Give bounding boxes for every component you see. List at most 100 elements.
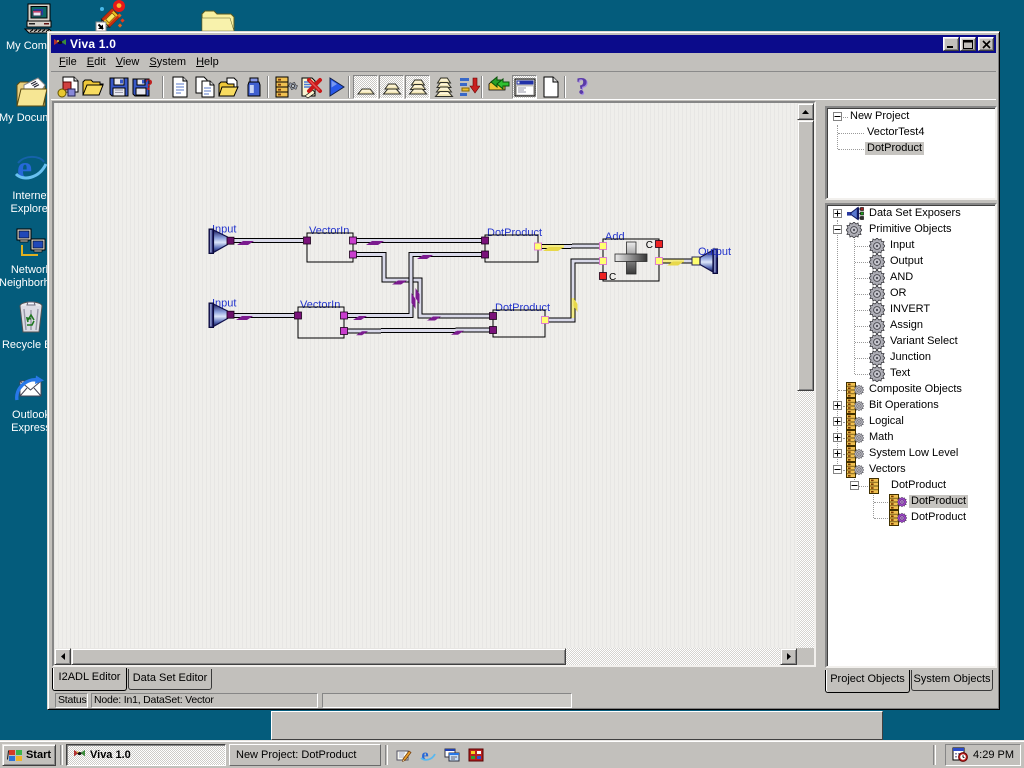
tree-item-input[interactable]: Input xyxy=(888,239,916,252)
port xyxy=(600,243,607,250)
svg-text:?: ? xyxy=(145,77,153,94)
tree-expand-plus[interactable] xyxy=(833,209,842,218)
tree-expand-plus[interactable] xyxy=(833,433,842,442)
taskbar-task-viva-1-0[interactable]: Viva 1.0 xyxy=(66,744,226,766)
project-tree[interactable]: New Project VectorTest4 DotProduct xyxy=(825,106,997,200)
tree-item-junction[interactable]: Junction xyxy=(888,351,933,364)
node-box-dotproduct[interactable] xyxy=(493,310,545,337)
tree-item-dotproduct[interactable]: DotProduct xyxy=(909,495,968,508)
tree-item-output[interactable]: Output xyxy=(888,255,925,268)
background-window[interactable] xyxy=(271,711,883,740)
tree-expand-minus[interactable] xyxy=(833,112,842,121)
start-button[interactable]: Start xyxy=(2,744,56,766)
toolbar-blank-page-button[interactable] xyxy=(538,75,563,99)
minimize-button[interactable] xyxy=(943,37,959,51)
toolbar-open-folder-button[interactable] xyxy=(80,75,105,99)
toolbar-layer1-button[interactable] xyxy=(353,75,378,99)
toolbar-delete-sheet-button[interactable] xyxy=(298,75,323,99)
system-objects-tree[interactable]: Data Set Exposers Primitive Objects Input O… xyxy=(825,203,997,668)
toolbar-copy-doc-button[interactable] xyxy=(192,75,217,99)
tree-item-or[interactable]: OR xyxy=(888,287,909,300)
horizontal-scrollbar[interactable] xyxy=(54,648,797,665)
tree-expand-plus[interactable] xyxy=(833,449,842,458)
node-label: Add xyxy=(605,231,625,243)
menu-file[interactable]: File xyxy=(54,54,82,70)
tree-item-system-low-level[interactable]: System Low Level xyxy=(867,447,960,460)
toolbar-canister-button[interactable] xyxy=(241,75,266,99)
tree-item-assign[interactable]: Assign xyxy=(888,319,925,332)
vertical-scrollbar[interactable] xyxy=(797,103,814,665)
tree-item-data-set-exposers[interactable]: Data Set Exposers xyxy=(867,207,963,220)
toolbar-save-query-button[interactable]: ? xyxy=(131,75,156,99)
tree-item-and[interactable]: AND xyxy=(888,271,915,284)
tree-item-vectors[interactable]: Vectors xyxy=(867,463,908,476)
toolbar-new-doc-button[interactable] xyxy=(167,75,192,99)
port xyxy=(341,312,348,319)
quick-launch-desktop-pencil-icon[interactable] xyxy=(396,747,414,763)
tree-item-logical[interactable]: Logical xyxy=(867,415,906,428)
toolbar-separator xyxy=(162,76,164,98)
quick-launch-ie-e-icon[interactable]: e xyxy=(420,747,438,763)
tab-i2adl-editor[interactable]: I2ADL Editor xyxy=(52,668,127,691)
menu-system[interactable]: System xyxy=(144,54,191,70)
tree-item-dotproduct[interactable]: DotProduct xyxy=(909,511,968,524)
tree-item-invert[interactable]: INVERT xyxy=(888,303,932,316)
scroll-right-button[interactable] xyxy=(780,648,797,665)
taskbar-task-new-project-dotproduct[interactable]: New Project: DotProduct xyxy=(229,744,381,766)
vscroll-thumb[interactable] xyxy=(797,120,814,391)
wire[interactable] xyxy=(548,261,603,320)
close-button[interactable] xyxy=(978,37,994,51)
menu-help[interactable]: Help xyxy=(191,54,224,70)
tree-expand-minus[interactable] xyxy=(833,225,842,234)
i2adl-canvas[interactable]: InputInputVectorInVectorInDotProductDotP… xyxy=(54,103,797,648)
tab-data-set-editor[interactable]: Data Set Editor xyxy=(128,669,212,690)
tree-item-vectortest4[interactable]: VectorTest4 xyxy=(865,126,926,139)
tree-item-math[interactable]: Math xyxy=(867,431,895,444)
node-box-vectorin[interactable] xyxy=(307,233,353,262)
scroll-up-button[interactable] xyxy=(797,103,814,120)
toolbar-layer4-button[interactable] xyxy=(431,75,456,99)
scroll-left-button[interactable] xyxy=(54,648,71,665)
maximize-button[interactable] xyxy=(960,37,976,51)
tree-item-composite-objects[interactable]: Composite Objects xyxy=(867,383,964,396)
toolbar-new-project-button[interactable] xyxy=(55,75,80,99)
toolbar-build-drawers-button[interactable] xyxy=(273,75,298,99)
node-box-dotproduct[interactable] xyxy=(485,235,538,262)
tree-expand-plus[interactable] xyxy=(833,417,842,426)
tab-system-objects[interactable]: System Objects xyxy=(911,670,993,691)
title-bar[interactable]: Viva 1.0 xyxy=(51,35,996,53)
tree-item-text[interactable]: Text xyxy=(888,367,912,380)
quick-launch-media-colors-icon[interactable] xyxy=(468,747,486,763)
hscroll-thumb[interactable] xyxy=(71,648,566,665)
tree-expand-minus[interactable] xyxy=(850,481,859,490)
tree-expand-plus[interactable] xyxy=(833,401,842,410)
tree-item-dotproduct[interactable]: DotProduct xyxy=(889,479,948,492)
toolbar-run-play-button[interactable] xyxy=(323,75,348,99)
scrollbar-corner xyxy=(797,648,814,665)
toolbar-layer3-button[interactable] xyxy=(405,75,430,99)
tree-connector xyxy=(838,390,846,391)
tree-item-dotproduct[interactable]: DotProduct xyxy=(865,142,924,155)
tree-item-variant-select[interactable]: Variant Select xyxy=(888,335,960,348)
menu-view[interactable]: View xyxy=(111,54,145,70)
toolbar-folder-doc-button[interactable] xyxy=(216,75,241,99)
wire[interactable] xyxy=(353,255,493,317)
toolbar-help-button[interactable]: ?? xyxy=(569,75,594,99)
toolbar-save-button[interactable] xyxy=(106,75,131,99)
toolbar-green-back-button[interactable] xyxy=(486,75,511,99)
tree-item-primitive-objects[interactable]: Primitive Objects xyxy=(867,223,954,236)
node-label: VectorIn xyxy=(309,225,349,237)
tab-project-objects[interactable]: Project Objects xyxy=(825,670,910,693)
node-box-vectorin[interactable] xyxy=(298,307,344,338)
tree-expand-minus[interactable] xyxy=(833,465,842,474)
clock[interactable]: 4:29 PM xyxy=(973,749,1014,761)
toolbar-sort-export-button[interactable] xyxy=(456,75,481,99)
desktop-icon-viva-shortcut[interactable] xyxy=(78,0,142,34)
toolbar-window-view-button[interactable] xyxy=(512,75,537,99)
tray-calendar-clock-icon[interactable] xyxy=(952,746,968,765)
quick-launch-channels-icon[interactable] xyxy=(444,747,462,763)
tree-item-new-project[interactable]: New Project xyxy=(848,110,911,123)
toolbar-layer2-button[interactable] xyxy=(379,75,404,99)
tree-item-bit-operations[interactable]: Bit Operations xyxy=(867,399,941,412)
menu-edit[interactable]: Edit xyxy=(82,54,111,70)
